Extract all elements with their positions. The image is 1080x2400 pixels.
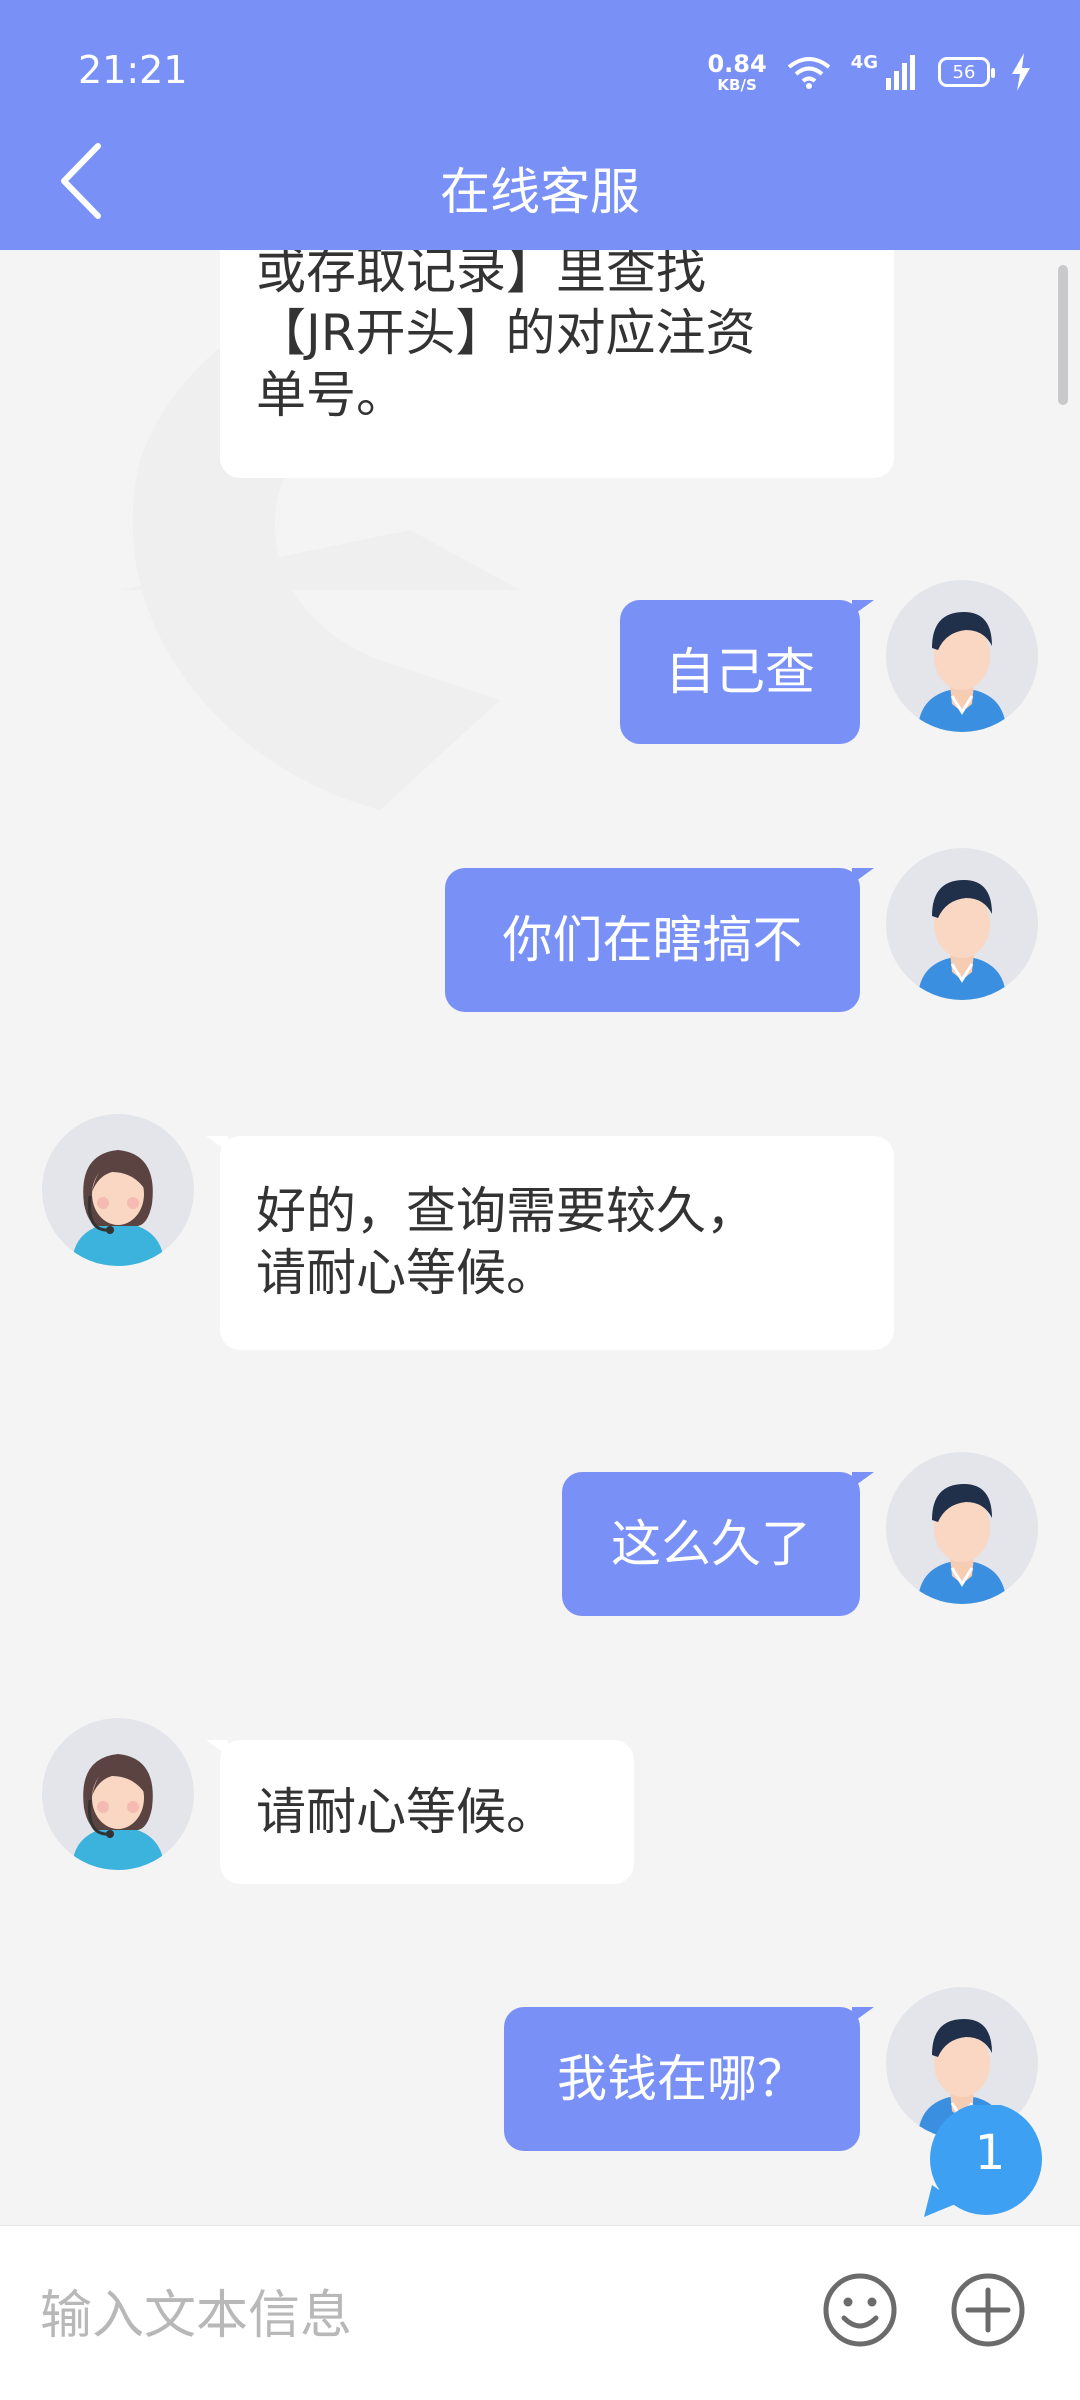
- message-line: 请耐心等候。: [256, 1783, 556, 1841]
- message-input[interactable]: [40, 2276, 760, 2356]
- user-message-bubble: 我钱在哪？: [504, 2007, 874, 2151]
- message-text: 我钱在哪？: [557, 2050, 807, 2108]
- network-speed-value: 0.84: [707, 49, 767, 78]
- network-speed: 0.84 KB/S: [707, 52, 766, 93]
- agent-avatar[interactable]: [42, 1718, 194, 1870]
- emoji-icon: [823, 2273, 897, 2347]
- message-text: 你们在瞎搞不: [502, 911, 803, 969]
- agent-avatar-icon: [72, 1754, 164, 1870]
- emoji-button[interactable]: [820, 2270, 900, 2354]
- message-text: 自己查: [665, 643, 815, 701]
- battery-level: 56: [952, 61, 976, 83]
- agent-message-bubble: 请耐心等候。: [206, 1740, 634, 1884]
- message-line: 或存取记录】里查找: [256, 250, 706, 300]
- user-avatar[interactable]: [886, 580, 1038, 732]
- agent-avatar[interactable]: [42, 1114, 194, 1266]
- signal-icon: [886, 55, 915, 90]
- status-time: 21:21: [78, 48, 188, 92]
- user-avatar-icon: [918, 612, 1006, 732]
- user-message-bubble: 这么久了: [562, 1472, 874, 1616]
- unread-count: 1: [974, 2125, 1006, 2181]
- message-line: 【JR开头】的对应注资: [256, 304, 756, 362]
- message-line: 好的，查询需要较久，: [256, 1182, 756, 1240]
- message-text: 这么久了: [611, 1515, 811, 1573]
- user-avatar-icon: [918, 1484, 1006, 1604]
- message-input-bar: [0, 2225, 1080, 2400]
- battery-icon: 56: [938, 57, 995, 87]
- agent-message-bubble: 或存取记录】里查找 【JR开头】的对应注资 单号。: [220, 250, 894, 478]
- user-message-bubble: 自己查: [620, 600, 874, 744]
- status-icons: 0.84 KB/S 4G 56: [707, 50, 1032, 94]
- user-avatar[interactable]: [886, 1452, 1038, 1604]
- unread-message-badge[interactable]: 1: [922, 2103, 1044, 2217]
- chat-area[interactable]: 或存取记录】里查找 【JR开头】的对应注资 单号。 自己查 你们在瞎搞不 好的，…: [0, 250, 1080, 2225]
- user-avatar-icon: [918, 880, 1006, 1000]
- add-button[interactable]: [948, 2270, 1028, 2354]
- wifi-icon: [787, 57, 830, 89]
- agent-message-bubble: 好的，查询需要较久， 请耐心等候。: [206, 1136, 894, 1350]
- user-message-bubble: 你们在瞎搞不: [445, 868, 874, 1012]
- title-bar: 在线客服: [0, 130, 1080, 230]
- message-line: 请耐心等候。: [256, 1244, 556, 1302]
- agent-avatar-icon: [72, 1150, 164, 1266]
- message-line: 单号。: [256, 366, 406, 424]
- scrollbar[interactable]: [1058, 265, 1068, 405]
- network-speed-unit: KB/S: [717, 75, 757, 94]
- page-title: 在线客服: [440, 163, 640, 221]
- charging-icon: [1012, 53, 1030, 91]
- user-avatar[interactable]: [886, 848, 1038, 1000]
- network-type: 4G: [850, 52, 878, 73]
- plus-circle-icon: [951, 2273, 1025, 2347]
- app-header: 21:21 0.84 KB/S 4G 56 在线客服: [0, 0, 1080, 250]
